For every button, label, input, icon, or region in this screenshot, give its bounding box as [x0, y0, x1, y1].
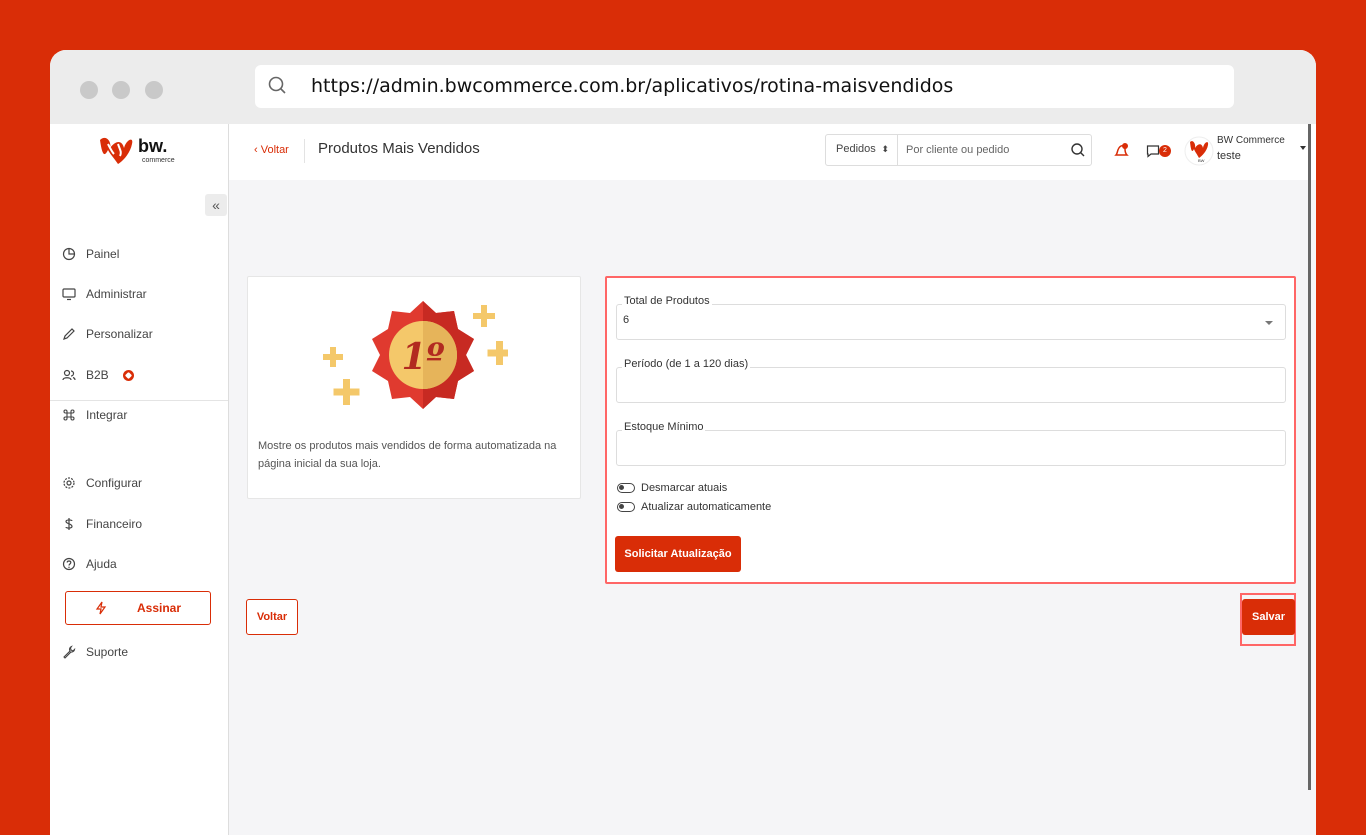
sidebar-item-personalizar[interactable]: Personalizar [62, 324, 153, 344]
subscribe-button[interactable]: Assinar [65, 591, 211, 625]
sidebar-item-label: Painel [86, 247, 120, 261]
sidebar-item-suporte[interactable]: Suporte [62, 642, 128, 662]
main-content: ‹ Voltar Produtos Mais Vendidos Pedidos … [228, 124, 1316, 835]
help-circle-icon [62, 557, 76, 571]
min-stock-label: Estoque Mínimo [622, 421, 706, 433]
address-bar[interactable]: https://admin.bwcommerce.com.br/aplicati… [255, 65, 1234, 108]
search-input[interactable]: Por cliente ou pedido [906, 144, 1009, 156]
collapse-sidebar-button[interactable]: « [205, 194, 227, 216]
header-back-link[interactable]: ‹ Voltar [254, 144, 289, 156]
sidebar-item-label: B2B [86, 368, 109, 382]
top-header: ‹ Voltar Produtos Mais Vendidos Pedidos … [229, 124, 1316, 180]
pie-chart-icon [62, 247, 76, 261]
sidebar-divider [50, 400, 228, 401]
min-stock-input[interactable]: Estoque Mínimo [616, 421, 1286, 466]
app-info-card: 1º Mostre os produtos mais vendidos de f… [247, 276, 581, 499]
order-search: Pedidos ⬍ Por cliente ou pedido [825, 134, 1092, 166]
command-icon [63, 409, 75, 421]
monitor-icon [62, 288, 76, 301]
svg-text:BW: BW [1198, 158, 1205, 163]
page-title: Produtos Mais Vendidos [318, 140, 480, 157]
back-button[interactable]: Voltar [246, 599, 298, 635]
browser-toolbar: https://admin.bwcommerce.com.br/aplicati… [50, 50, 1316, 124]
window-control-dot[interactable] [80, 81, 98, 99]
store-avatar[interactable]: BW [1184, 134, 1214, 168]
sidebar-item-label: Integrar [86, 408, 128, 422]
messages-count-badge: 2 [1159, 145, 1171, 157]
sidebar-item-ajuda[interactable]: Ajuda [62, 554, 117, 574]
user-menu-caret-icon[interactable] [1300, 146, 1306, 150]
bw-commerce-logo: bw. commerce [100, 136, 175, 164]
settings-form: Total de Produtos 6 Período (de 1 a 120 … [605, 276, 1296, 584]
sidebar-item-label: Administrar [86, 287, 147, 301]
scrollbar-thumb[interactable] [1308, 124, 1311, 790]
first-place-medal-icon: 1º [323, 301, 508, 409]
chat-icon [1146, 145, 1160, 158]
window-control-dot[interactable] [145, 81, 163, 99]
search-scope-value: Pedidos [836, 143, 876, 155]
period-input[interactable]: Período (de 1 a 120 dias) [616, 358, 1286, 403]
chevron-down-icon [1265, 321, 1273, 325]
notification-bell-icon[interactable] [1113, 142, 1131, 160]
lightning-icon [95, 601, 107, 615]
sidebar-item-label: Personalizar [86, 327, 153, 341]
total-products-select[interactable]: Total de Produtos 6 [616, 295, 1286, 340]
users-icon [62, 369, 76, 381]
toggle-label: Desmarcar atuais [641, 482, 728, 494]
sidebar: bw. commerce « Painel Administrar Person… [50, 124, 228, 835]
gear-icon [63, 477, 75, 489]
svg-text:bw.: bw. [138, 136, 167, 156]
sidebar-item-administrar[interactable]: Administrar [62, 284, 147, 304]
new-badge-icon [122, 369, 134, 381]
toggle-switch[interactable] [617, 483, 635, 493]
app-description: Mostre os produtos mais vendidos de form… [258, 440, 557, 470]
url-text: https://admin.bwcommerce.com.br/aplicati… [311, 75, 954, 97]
messages-button[interactable]: 2 [1146, 142, 1172, 160]
pencil-icon [63, 328, 75, 340]
total-products-label: Total de Produtos [622, 295, 712, 307]
user-store: teste [1217, 150, 1241, 162]
total-products-value: 6 [623, 314, 630, 326]
sidebar-item-label: Financeiro [86, 517, 143, 531]
sidebar-item-label: Ajuda [86, 557, 117, 571]
svg-text:commerce: commerce [142, 157, 175, 164]
save-button[interactable]: Salvar [1242, 599, 1295, 635]
window-control-dot[interactable] [112, 81, 130, 99]
sidebar-item-painel[interactable]: Painel [62, 244, 119, 264]
toggle-auto-update[interactable]: Atualizar automaticamente [617, 501, 771, 513]
period-label: Período (de 1 a 120 dias) [622, 358, 751, 370]
subscribe-label: Assinar [136, 601, 182, 615]
sidebar-item-financeiro[interactable]: Financeiro [62, 514, 142, 534]
sidebar-item-integrar[interactable]: Integrar [62, 405, 127, 425]
sort-arrows-icon: ⬍ [881, 144, 889, 154]
search-scope-select[interactable]: Pedidos ⬍ [826, 135, 898, 165]
toggle-uncheck-current[interactable]: Desmarcar atuais [617, 482, 727, 494]
search-button[interactable] [1064, 134, 1092, 166]
wrench-icon [63, 645, 76, 659]
sidebar-item-configurar[interactable]: Configurar [62, 473, 142, 493]
toggle-switch[interactable] [617, 502, 635, 512]
toggle-label: Atualizar automaticamente [641, 501, 772, 513]
search-icon [268, 76, 286, 94]
svg-text:1º: 1º [401, 336, 444, 378]
sidebar-item-label: Configurar [86, 476, 143, 490]
title-divider [304, 139, 305, 163]
dollar-icon [65, 518, 73, 530]
request-update-button[interactable]: Solicitar Atualização [615, 536, 741, 572]
browser-window: https://admin.bwcommerce.com.br/aplicati… [50, 50, 1316, 835]
sidebar-item-label: Suporte [86, 645, 129, 659]
user-name: BW Commerce [1217, 135, 1285, 146]
sidebar-item-b2b[interactable]: B2B [62, 365, 134, 385]
